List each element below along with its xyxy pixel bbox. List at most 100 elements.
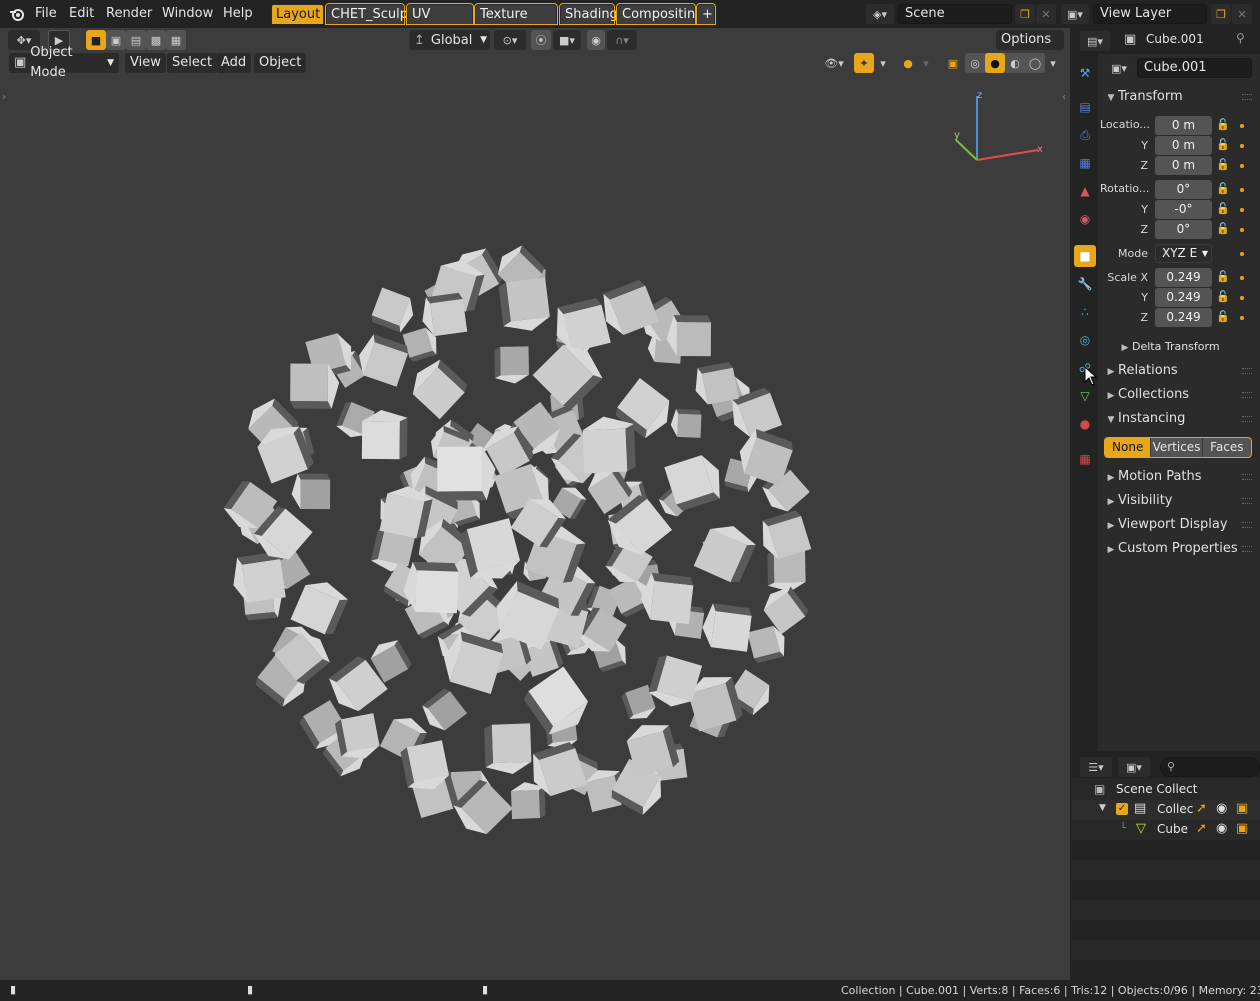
lock-icon[interactable]: 🔓 xyxy=(1216,290,1230,303)
select-intersect-icon[interactable]: ▦ xyxy=(166,30,186,50)
lock-icon[interactable]: 🔓 xyxy=(1216,222,1230,235)
menu-render[interactable]: Render xyxy=(101,4,157,24)
menu-view[interactable]: View xyxy=(125,53,166,73)
object-browse-icon[interactable]: ▣▾ xyxy=(1104,58,1134,78)
camera-icon[interactable]: ▣ xyxy=(1236,821,1248,836)
custom-properties-panel-header[interactable]: ▶ Custom Properties xyxy=(1100,538,1258,560)
view-layer-tab-icon[interactable]: ▦ xyxy=(1074,152,1096,174)
keyframe-dot-icon[interactable] xyxy=(1240,208,1244,212)
material-shading-icon[interactable]: ◐ xyxy=(1005,53,1025,73)
pivot-point-icon[interactable]: ⊙▾ xyxy=(494,30,526,50)
delete-scene-icon[interactable]: ✕ xyxy=(1036,4,1056,24)
snap-icon[interactable]: ⦿ xyxy=(531,30,551,50)
overlays-dropdown-icon[interactable]: ▾ xyxy=(919,53,933,73)
drag-handle-icon[interactable] xyxy=(1242,94,1252,100)
visibility-selector-icon[interactable]: 👁▾ xyxy=(818,53,850,73)
expand-arrow-icon[interactable]: ▼ xyxy=(1099,803,1106,813)
keyframe-dot-icon[interactable] xyxy=(1240,228,1244,232)
camera-icon[interactable]: ▣ xyxy=(1236,801,1248,816)
select-extend-icon[interactable]: ▣ xyxy=(106,30,126,50)
checkbox-icon[interactable]: ✓ xyxy=(1116,803,1128,815)
drag-handle-icon[interactable] xyxy=(1242,546,1252,552)
menu-object[interactable]: Object xyxy=(254,53,307,73)
rotation-x-field[interactable]: 0° xyxy=(1155,180,1212,199)
toolbar-expand-icon[interactable]: › xyxy=(2,92,6,103)
snap-element-icon[interactable]: ■▾ xyxy=(553,30,581,50)
view-layer-selector-icon[interactable]: ▣▾ xyxy=(1061,4,1089,24)
menu-window[interactable]: Window xyxy=(157,4,218,24)
keyframe-dot-icon[interactable] xyxy=(1240,124,1244,128)
rendered-shading-icon[interactable]: ◯ xyxy=(1025,53,1045,73)
drag-handle-icon[interactable] xyxy=(1242,474,1252,480)
eye-icon[interactable]: ◉ xyxy=(1216,821,1227,836)
mode-dropdown[interactable]: ▣ Object Mode ▼ xyxy=(9,45,119,80)
location-x-field[interactable]: 0 m xyxy=(1155,116,1212,135)
rotation-mode-dropdown[interactable]: XYZ E ▼ xyxy=(1155,244,1212,263)
keyframe-dot-icon[interactable] xyxy=(1240,164,1244,168)
lock-icon[interactable]: 🔓 xyxy=(1216,138,1230,151)
drag-handle-icon[interactable] xyxy=(1242,522,1252,528)
collections-panel-header[interactable]: ▶ Collections xyxy=(1100,384,1258,406)
object-tab-icon[interactable]: ■ xyxy=(1074,245,1096,267)
lock-icon[interactable]: 🔓 xyxy=(1216,202,1230,215)
options-dropdown[interactable]: Options ▼ xyxy=(996,30,1064,66)
scene-selector-icon[interactable]: ◈▾ xyxy=(866,4,894,24)
selectable-arrow-icon[interactable]: ➚ xyxy=(1196,801,1207,816)
outliner-row-collection[interactable]: ▼ ✓ ▤ Collec ➚ ◉ ▣ xyxy=(1072,800,1260,820)
rotation-y-field[interactable]: -0° xyxy=(1155,200,1212,219)
selectable-arrow-icon[interactable]: ➚ xyxy=(1196,821,1207,836)
sidebar-expand-icon[interactable]: ‹ xyxy=(1062,92,1066,103)
tab-compositing[interactable]: Compositing xyxy=(616,3,704,25)
add-workspace-button[interactable]: + xyxy=(696,3,716,25)
relations-panel-header[interactable]: ▶ Relations xyxy=(1100,360,1258,382)
keyframe-dot-icon[interactable] xyxy=(1240,188,1244,192)
keyframe-dot-icon[interactable] xyxy=(1240,276,1244,280)
proportional-edit-icon[interactable]: ◉ xyxy=(587,30,605,50)
outliner-row-scene[interactable]: ▣ Scene Collect xyxy=(1072,780,1260,800)
instancing-none-button[interactable]: None xyxy=(1105,438,1151,457)
outliner-search-input[interactable]: ⚲ xyxy=(1160,757,1260,777)
material-tab-icon[interactable]: ● xyxy=(1074,413,1096,435)
gizmo-dropdown-icon[interactable]: ▾ xyxy=(876,53,890,73)
menu-add[interactable]: Add xyxy=(216,53,252,73)
falloff-icon[interactable]: ∩▾ xyxy=(607,30,637,50)
data-tab-icon[interactable]: ▽ xyxy=(1074,385,1096,407)
3d-viewport[interactable]: ✥▾ ▶ ■ ▣ ▤ ▩ ▦ ↥ Global ▼ ⊙▾ ⦿ ■▾ ◉ ∩▾ O… xyxy=(0,28,1070,980)
visibility-panel-header[interactable]: ▶ Visibility xyxy=(1100,490,1258,512)
select-subtract-icon[interactable]: ▤ xyxy=(126,30,146,50)
tool-tab-icon[interactable]: ⚒ xyxy=(1074,62,1096,84)
navigation-gizmo[interactable]: z x y xyxy=(940,86,1050,166)
editor-type-icon[interactable]: ☰▾ xyxy=(1080,757,1112,777)
new-view-layer-icon[interactable]: ❐ xyxy=(1211,4,1231,24)
output-tab-icon[interactable]: ⎙ xyxy=(1074,124,1096,146)
instancing-panel-header[interactable]: ▼ Instancing xyxy=(1100,408,1258,430)
scene-tab-icon[interactable]: ▲ xyxy=(1074,180,1096,202)
location-z-field[interactable]: 0 m xyxy=(1155,156,1212,175)
instancing-faces-button[interactable]: Faces xyxy=(1201,438,1251,457)
instancing-vertices-button[interactable]: Vertices xyxy=(1150,438,1201,457)
lock-icon[interactable]: 🔓 xyxy=(1216,270,1230,283)
overlays-icon[interactable]: ● xyxy=(898,53,918,73)
new-scene-icon[interactable]: ❐ xyxy=(1015,4,1035,24)
display-mode-icon[interactable]: ▣▾ xyxy=(1118,757,1150,777)
world-tab-icon[interactable]: ◉ xyxy=(1074,208,1096,230)
lock-icon[interactable]: 🔓 xyxy=(1216,310,1230,323)
outliner-row-cube[interactable]: └ ▽ Cube ➚ ◉ ▣ xyxy=(1072,820,1260,840)
eye-icon[interactable]: ◉ xyxy=(1216,801,1227,816)
drag-handle-icon[interactable] xyxy=(1242,498,1252,504)
gizmo-toggle-icon[interactable]: ✦ xyxy=(854,53,874,73)
scene-name-field[interactable]: Scene xyxy=(898,4,1012,24)
scale-y-field[interactable]: 0.249 xyxy=(1155,288,1212,307)
particles-tab-icon[interactable]: ∴ xyxy=(1074,301,1096,323)
location-y-field[interactable]: 0 m xyxy=(1155,136,1212,155)
texture-tab-icon[interactable]: ▦ xyxy=(1074,448,1096,470)
keyframe-dot-icon[interactable] xyxy=(1240,296,1244,300)
motion-paths-panel-header[interactable]: ▶ Motion Paths xyxy=(1100,466,1258,488)
drag-handle-icon[interactable] xyxy=(1242,392,1252,398)
viewport-display-panel-header[interactable]: ▶ Viewport Display xyxy=(1100,514,1258,536)
lock-icon[interactable]: 🔓 xyxy=(1216,158,1230,171)
menu-help[interactable]: Help xyxy=(218,4,258,24)
drag-handle-icon[interactable] xyxy=(1242,368,1252,374)
tab-shading[interactable]: Shading xyxy=(559,3,618,25)
tab-texture-paint[interactable]: Texture Paint xyxy=(474,3,558,42)
